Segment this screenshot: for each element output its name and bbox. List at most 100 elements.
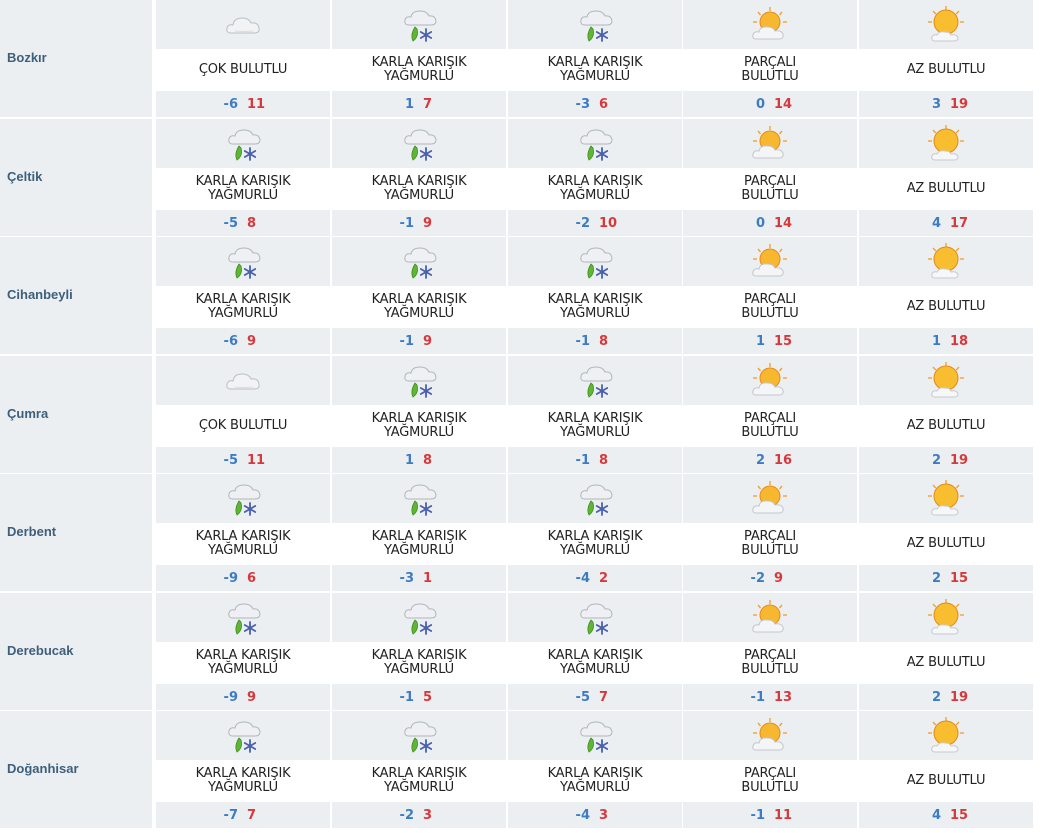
day-forecast: PARÇALI BULUTLU -1 11 [683, 711, 857, 828]
day-forecast: KARLA KARIŞIK YAĞMURLU -1 8 [508, 355, 682, 473]
condition-cell: KARLA KARIŞIK YAĞMURLU [508, 641, 682, 684]
condition-cell: KARLA KARIŞIK YAĞMURLU [508, 286, 682, 328]
temperature-cell: -5 7 [508, 683, 682, 710]
condition-text: PARÇALI BULUTLU [741, 55, 799, 84]
day-forecast: KARLA KARIŞIK YAĞMURLU 1 7 [332, 0, 506, 117]
weather-icon-cell [332, 0, 506, 49]
temperature-cell: -5 11 [156, 446, 330, 473]
day-forecast: ÇOK BULUTLU -5 11 [156, 355, 330, 473]
day-forecast: AZ BULUTLU 2 15 [859, 474, 1033, 591]
max-temp: 11 [247, 452, 266, 468]
condition-cell: KARLA KARIŞIK YAĞMURLU [332, 760, 506, 802]
city-name[interactable]: Çeltik [7, 169, 42, 184]
condition-text: KARLA KARIŞIK YAĞMURLU [547, 766, 643, 795]
min-temp: -1 [575, 452, 590, 468]
condition-cell: KARLA KARIŞIK YAĞMURLU [508, 760, 682, 802]
max-temp: 9 [774, 571, 784, 586]
forecast-row: Çeltik KARLA KARIŞIK YAĞMURLU -5 8 KARLA KAR… [0, 118, 1052, 238]
max-temp: 8 [599, 334, 609, 349]
condition-cell: KARLA KARIŞIK YAĞMURLU [332, 523, 506, 565]
day-forecast: PARÇALI BULUTLU -2 9 [683, 474, 857, 591]
weather-icon-cell [859, 592, 1033, 642]
max-temp: 3 [423, 808, 433, 823]
max-temp: 8 [599, 452, 609, 468]
temperature-cell: 3 19 [859, 91, 1033, 117]
temperature-cell: 2 19 [859, 446, 1033, 473]
condition-text: AZ BULUTLU [906, 299, 986, 314]
condition-text: KARLA KARIŞIK YAĞMURLU [195, 292, 291, 321]
weather-icon-cell [508, 474, 682, 523]
min-temp: 4 [931, 808, 941, 823]
temperature-cell: -2 9 [683, 565, 857, 591]
day-forecast: KARLA KARIŞIK YAĞMURLU 1 8 [332, 355, 506, 473]
condition-text: PARÇALI BULUTLU [741, 173, 799, 203]
max-temp: 8 [247, 215, 257, 231]
city-name[interactable]: Çumra [7, 406, 48, 421]
weather-icon-cell [683, 474, 857, 523]
condition-text: AZ BULUTLU [906, 536, 986, 551]
city-cell: Çumra [0, 355, 152, 473]
condition-text: AZ BULUTLU [906, 654, 986, 670]
condition-text: AZ BULUTLU [906, 417, 986, 433]
day-forecast: KARLA KARIŞIK YAĞMURLU -6 9 [156, 237, 330, 354]
temperature-cell: -2 3 [332, 802, 506, 828]
max-temp: 9 [247, 689, 257, 705]
condition-text: AZ BULUTLU [906, 773, 986, 788]
weather-icon-cell [859, 711, 1033, 760]
max-temp: 17 [950, 215, 969, 231]
weather-icon-cell [156, 237, 330, 286]
condition-cell: KARLA KARIŞIK YAĞMURLU [332, 286, 506, 328]
min-temp: -1 [750, 808, 765, 823]
condition-cell: KARLA KARIŞIK YAĞMURLU [156, 523, 330, 565]
city-name[interactable]: Cihanbeyli [7, 287, 73, 302]
weather-icon-cell [156, 592, 330, 642]
max-temp: 14 [774, 97, 793, 112]
forecast-row: Derebucak KARLA KARIŞIK YAĞMURLU -9 9 KARLA … [0, 592, 1052, 712]
day-forecast: ÇOK BULUTLU -6 11 [156, 0, 330, 117]
weather-icon-cell [683, 118, 857, 168]
temperature-cell: -9 6 [156, 565, 330, 591]
day-forecast: KARLA KARIŞIK YAĞMURLU -2 10 [508, 118, 682, 236]
condition-text: KARLA KARIŞIK YAĞMURLU [547, 529, 643, 558]
forecast-row: Derbent KARLA KARIŞIK YAĞMURLU -9 6 KARLA KA… [0, 474, 1052, 593]
condition-text: KARLA KARIŞIK YAĞMURLU [547, 410, 643, 440]
temperature-cell: 0 14 [683, 91, 857, 117]
city-cell: Derebucak [0, 592, 152, 710]
weather-icon-cell [508, 118, 682, 168]
temperature-cell: -4 2 [508, 565, 682, 591]
weather-icon-cell [332, 118, 506, 168]
weather-icon-cell [332, 237, 506, 286]
condition-text: PARÇALI BULUTLU [741, 410, 799, 440]
min-temp: -4 [575, 808, 590, 823]
condition-cell: KARLA KARIŞIK YAĞMURLU [156, 286, 330, 328]
temperature-cell: 2 16 [683, 446, 857, 473]
condition-cell: ÇOK BULUTLU [156, 404, 330, 447]
temperature-cell: -7 7 [156, 802, 330, 828]
city-name[interactable]: Bozkır [7, 50, 47, 65]
temperature-cell: -1 8 [508, 446, 682, 473]
min-temp: -9 [223, 689, 238, 705]
weather-icon-cell [683, 237, 857, 286]
temperature-cell: 4 15 [859, 802, 1033, 828]
weather-icon-cell [683, 711, 857, 760]
city-name[interactable]: Derebucak [7, 643, 73, 658]
weather-icon-cell [683, 0, 857, 49]
forecast-row: Bozkır ÇOK BULUTLU -6 11 KARLA KARIŞIK YAĞMU… [0, 0, 1052, 119]
weather-icon-cell [683, 592, 857, 642]
day-forecast: KARLA KARIŞIK YAĞMURLU -7 7 [156, 711, 330, 828]
max-temp: 19 [950, 452, 969, 468]
city-name[interactable]: Doğanhisar [7, 761, 79, 776]
forecast-row: Çumra ÇOK BULUTLU -5 11 KARLA KARIŞIK YAĞMUR… [0, 355, 1052, 475]
min-temp: -5 [223, 452, 238, 468]
condition-text: AZ BULUTLU [906, 180, 986, 196]
city-name[interactable]: Derbent [7, 524, 56, 539]
condition-cell: PARÇALI BULUTLU [683, 49, 857, 91]
condition-cell: KARLA KARIŞIK YAĞMURLU [508, 49, 682, 91]
weather-icon-cell [156, 0, 330, 49]
min-temp: -4 [575, 571, 590, 586]
condition-cell: KARLA KARIŞIK YAĞMURLU [508, 523, 682, 565]
temperature-cell: -3 6 [508, 91, 682, 117]
weather-icon-cell [508, 711, 682, 760]
max-temp: 9 [423, 334, 433, 349]
min-temp: -2 [575, 215, 590, 231]
